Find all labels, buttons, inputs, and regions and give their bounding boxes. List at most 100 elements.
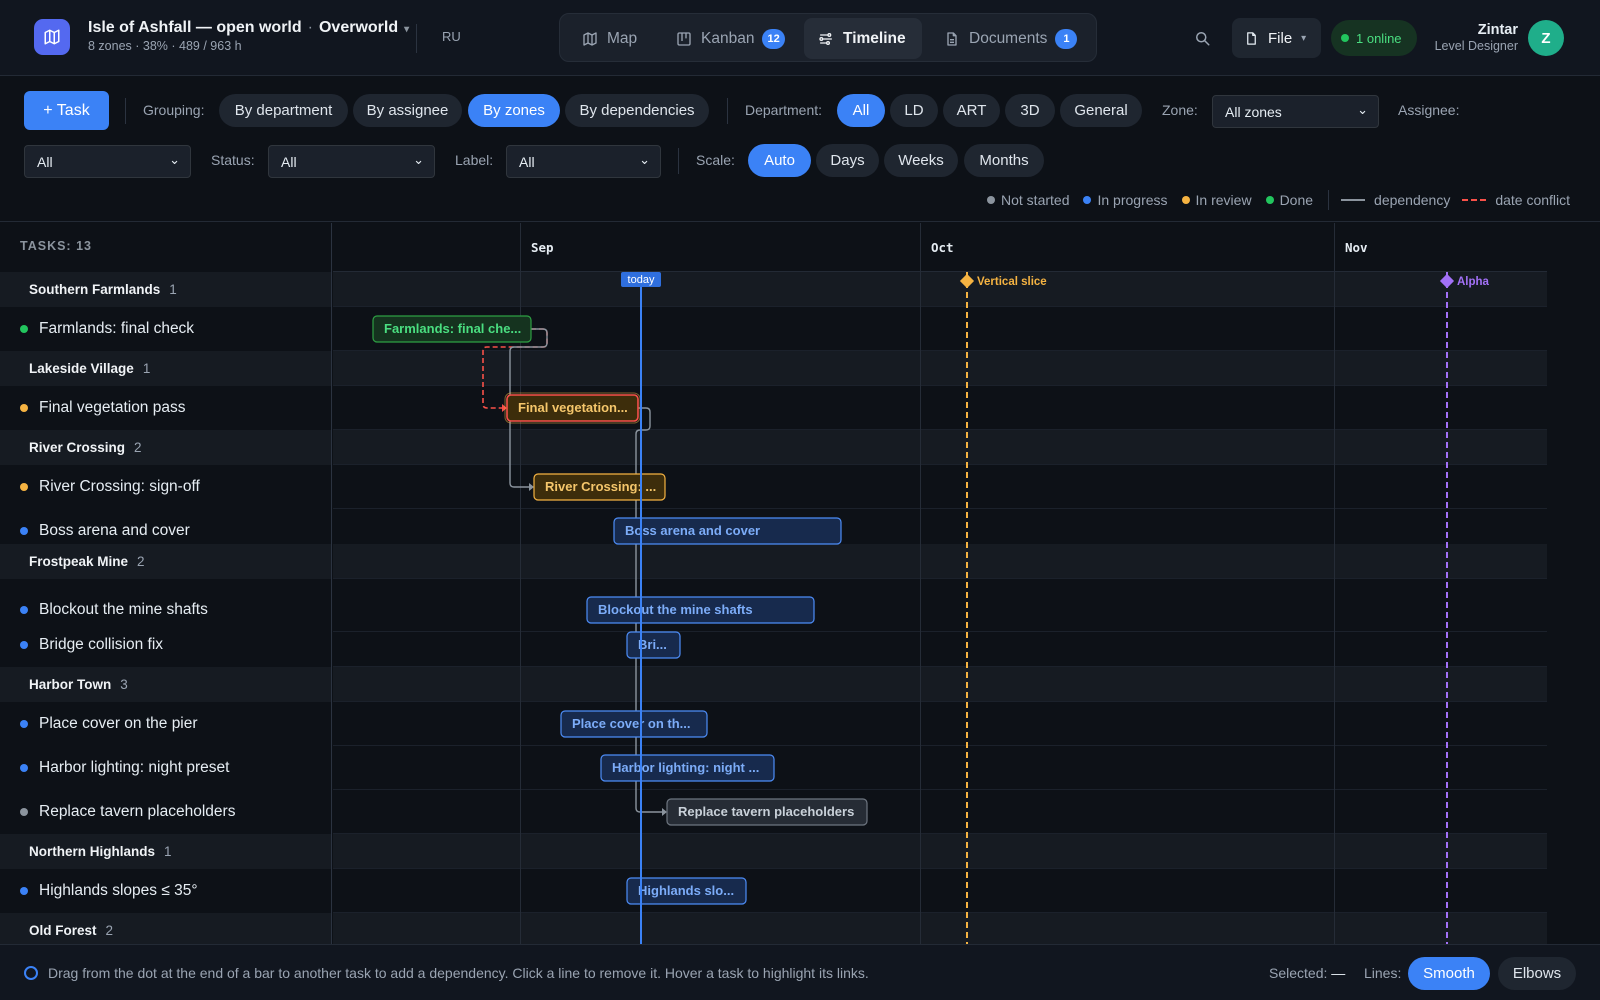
- status-dot-icon: [20, 641, 28, 649]
- avatar[interactable]: Z: [1528, 20, 1564, 56]
- bar-label: Highlands slo...: [638, 883, 734, 898]
- status-dot-icon: [20, 527, 28, 535]
- task-row[interactable]: Replace tavern placeholders: [0, 790, 331, 834]
- lines-label: Lines:: [1364, 965, 1402, 981]
- top-bar: Isle of Ashfall — open world · Overworld ▾ …: [0, 0, 1600, 76]
- tab-kanban[interactable]: Kanban 12: [662, 18, 788, 59]
- group-band: [333, 272, 1547, 307]
- assignee-label: Assignee:: [1398, 102, 1460, 118]
- status-select[interactable]: All ⌄: [268, 145, 435, 178]
- grouping-by-zones[interactable]: By zones: [468, 94, 560, 127]
- group-header-old-forest[interactable]: Old Forest 2: [0, 913, 331, 944]
- dependency-line-icon: [1341, 199, 1366, 201]
- month-label-sep: Sep: [531, 240, 554, 255]
- scale-months[interactable]: Months: [964, 144, 1044, 177]
- chevron-down-icon: ⌄: [413, 152, 424, 167]
- grouping-label: Grouping:: [143, 102, 205, 118]
- bar-label: River Crossing: ...: [545, 479, 656, 494]
- group-label: Southern Farmlands: [29, 282, 161, 297]
- divider: [678, 148, 679, 174]
- group-header-frostpeak-mine[interactable]: Frostpeak Mine 2: [0, 544, 331, 579]
- project-title[interactable]: Isle of Ashfall — open world · Overworld ▾: [88, 19, 409, 37]
- task-row[interactable]: Final vegetation pass: [0, 386, 331, 430]
- zone-select[interactable]: All zones ⌄: [1212, 95, 1379, 128]
- status-dot-icon: [20, 606, 28, 614]
- group-header-northern-highlands[interactable]: Northern Highlands 1: [0, 834, 331, 869]
- file-menu-button[interactable]: File ▾: [1232, 18, 1321, 58]
- lines-smooth-button[interactable]: Smooth: [1408, 957, 1490, 990]
- task-row[interactable]: Place cover on the pier: [0, 702, 331, 746]
- department-general[interactable]: General: [1060, 94, 1142, 127]
- info-ring-icon: [24, 966, 38, 980]
- chevron-down-icon: ⌄: [639, 152, 650, 167]
- selected-indicator: Selected: —: [1269, 965, 1346, 981]
- tab-map[interactable]: Map: [568, 18, 658, 59]
- group-header-harbor-town[interactable]: Harbor Town 3: [0, 667, 331, 702]
- today-label: today: [628, 274, 655, 286]
- dependency-hint: Drag from the dot at the end of a bar to…: [48, 965, 869, 981]
- task-row[interactable]: River Crossing: sign-off: [0, 465, 331, 509]
- status-dot-icon: [20, 887, 28, 895]
- chevron-down-icon: ▾: [1301, 32, 1307, 44]
- group-count: 2: [137, 554, 145, 569]
- grouping-by-dependencies[interactable]: By dependencies: [565, 94, 709, 127]
- done-dot-icon: [1265, 196, 1274, 204]
- scale-days[interactable]: Days: [816, 144, 879, 177]
- tab-timeline[interactable]: Timeline: [804, 18, 922, 59]
- milestone-label-vertical-slice: Vertical slice: [977, 276, 1047, 288]
- scale-auto[interactable]: Auto: [748, 144, 811, 177]
- assignee-select[interactable]: All ⌄: [24, 145, 191, 178]
- status-label: Status:: [211, 152, 255, 168]
- department-art[interactable]: ART: [943, 94, 1000, 127]
- grouping-by-department[interactable]: By department: [219, 94, 348, 127]
- divider: [727, 98, 728, 124]
- task-label: Farmlands: final check: [39, 320, 195, 337]
- group-count: 1: [164, 844, 172, 859]
- month-label-nov: Nov: [1345, 240, 1368, 255]
- group-label: Harbor Town: [29, 677, 112, 692]
- department-label: Department:: [745, 102, 823, 118]
- group-header-lakeside-village[interactable]: Lakeside Village 1: [0, 351, 331, 386]
- footer-bar: Drag from the dot at the end of a bar to…: [0, 944, 1600, 1000]
- group-count: 2: [105, 923, 114, 938]
- group-band: [333, 544, 1547, 579]
- group-count: 3: [120, 677, 128, 692]
- timeline-icon: [818, 31, 834, 47]
- bar-label: Place cover on th...: [572, 716, 691, 731]
- task-row[interactable]: Bridge collision fix: [0, 623, 331, 667]
- app-logo-map-icon[interactable]: [34, 19, 70, 55]
- bar-label: Blockout the mine shafts: [598, 602, 753, 617]
- department-all[interactable]: All: [837, 94, 885, 127]
- task-list: TASKS: 13 Southern Farmlands 1 Farmlands: …: [0, 223, 332, 944]
- department-ld[interactable]: LD: [890, 94, 938, 127]
- lines-elbows-button[interactable]: Elbows: [1498, 957, 1576, 990]
- label-select[interactable]: All ⌄: [506, 145, 661, 178]
- label-label: Label:: [455, 152, 494, 168]
- group-count: 1: [142, 361, 151, 376]
- user-role: Level Designer: [1434, 39, 1518, 53]
- grouping-by-assignee[interactable]: By assignee: [353, 94, 462, 127]
- group-header-river-crossing[interactable]: River Crossing 2: [0, 430, 331, 465]
- scale-weeks[interactable]: Weeks: [884, 144, 958, 177]
- chevron-down-icon[interactable]: ▾: [404, 24, 409, 35]
- task-label: Place cover on the pier: [39, 715, 198, 732]
- document-icon: [944, 31, 960, 47]
- tab-documents[interactable]: Documents 1: [930, 18, 1090, 59]
- online-indicator: 1 online: [1331, 20, 1417, 56]
- language-toggle[interactable]: RU: [442, 29, 461, 44]
- documents-count-badge: 1: [1055, 28, 1078, 49]
- group-band: [333, 667, 1547, 702]
- map-selector[interactable]: Overworld: [319, 19, 398, 36]
- task-label: River Crossing: sign-off: [39, 478, 200, 495]
- department-3d[interactable]: 3D: [1005, 94, 1055, 127]
- arrow-head-icon: [662, 808, 667, 816]
- view-tabs: Map Kanban 12 Timeline Documents 1: [559, 13, 1097, 62]
- task-row[interactable]: Harbor lighting: night preset: [0, 746, 331, 790]
- add-task-button[interactable]: + Task: [24, 91, 109, 130]
- group-header-southern-farmlands[interactable]: Southern Farmlands 1: [0, 272, 331, 307]
- zone-label: Zone:: [1162, 102, 1198, 118]
- divider: [416, 24, 417, 53]
- task-row[interactable]: Highlands slopes ≤ 35°: [0, 869, 331, 913]
- search-icon[interactable]: [1193, 29, 1211, 52]
- task-row[interactable]: Farmlands: final check: [0, 307, 331, 351]
